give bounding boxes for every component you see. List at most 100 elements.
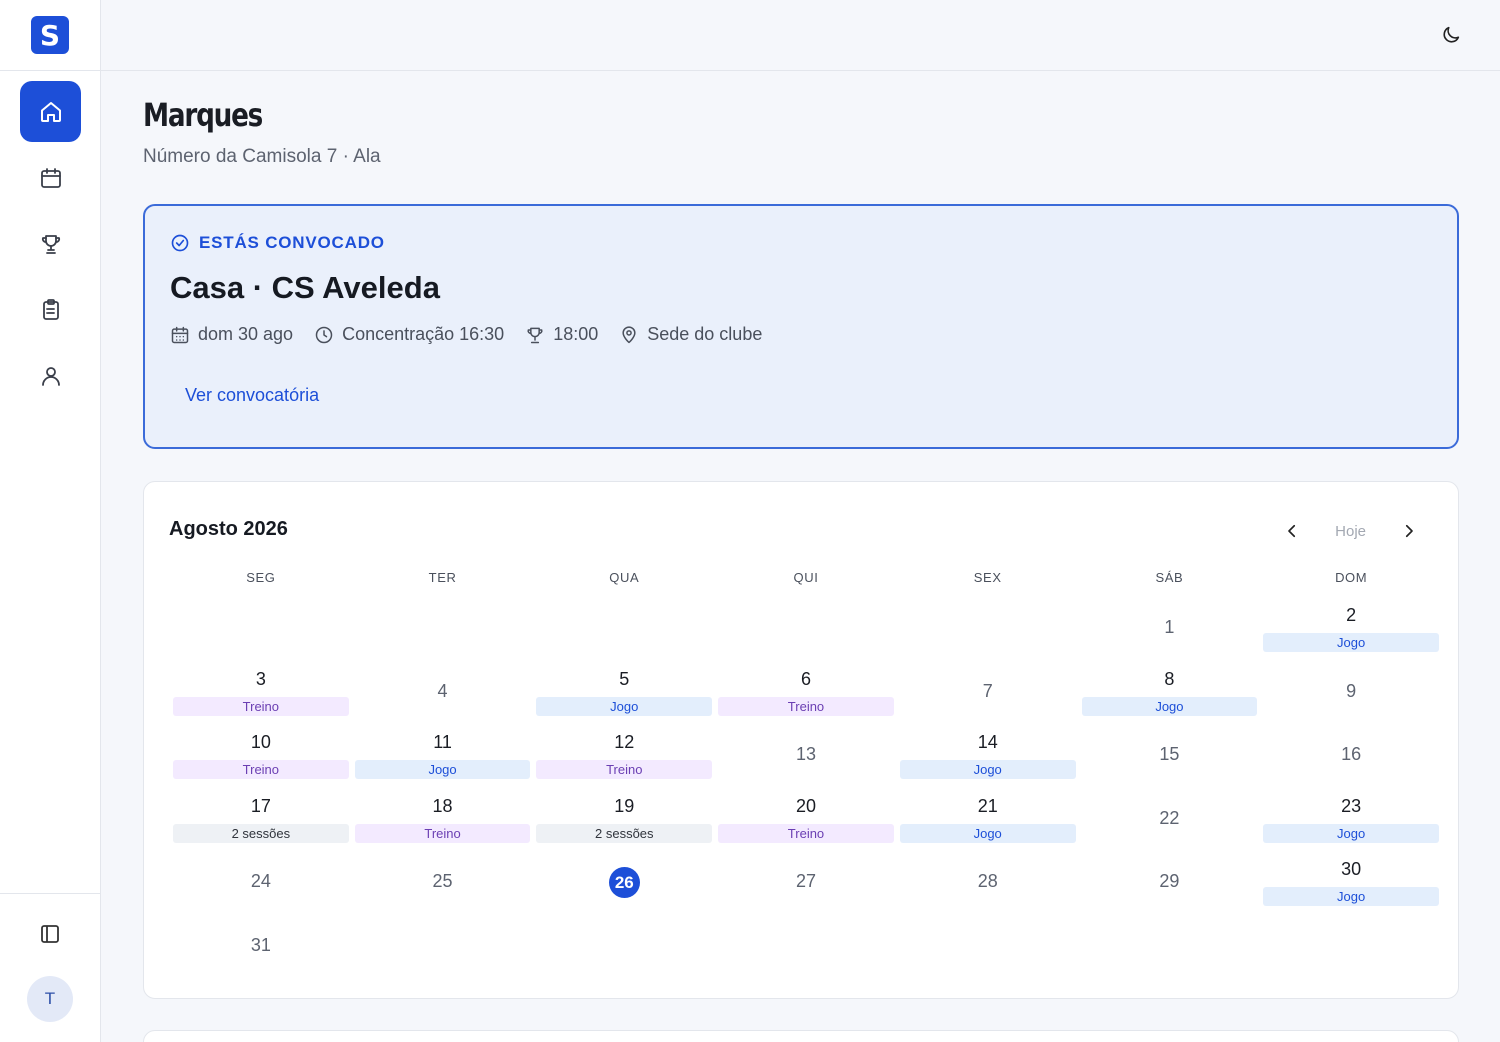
calendar-day[interactable]: 7	[897, 663, 1079, 727]
calendar-event-chip[interactable]: Treino	[173, 696, 349, 716]
next-month-button[interactable]	[1398, 520, 1420, 542]
calendar-day[interactable]: 20 Treino	[715, 790, 897, 854]
player-subtitle: Número da Camisola 7 · Ala	[143, 146, 381, 167]
sidebar-item-clipboard[interactable]	[20, 279, 81, 340]
previous-month-button[interactable]	[1281, 520, 1303, 542]
calendar-day[interactable]: 22	[1079, 790, 1261, 854]
calendar-day[interactable]: 27	[715, 853, 897, 917]
sidebar-toggle-icon	[41, 925, 59, 943]
calendar-day[interactable]: 21 Jogo	[897, 790, 1079, 854]
sidebar-toggle-button[interactable]	[38, 922, 62, 946]
callup-kickoff: 18:00	[525, 324, 598, 345]
calendar-day[interactable]: 29	[1079, 853, 1261, 917]
callup-title: Casa · CS Aveleda	[170, 270, 440, 305]
calendar-day[interactable]: 31	[170, 917, 352, 981]
calendar-event-chip[interactable]: 2 sessões	[536, 823, 713, 843]
calendar-event-chip[interactable]: Jogo	[899, 823, 1076, 843]
sidebar-item-trophy[interactable]	[20, 213, 81, 274]
clipboard-list-icon	[42, 298, 59, 320]
calendar-day-number: 30	[1341, 859, 1362, 879]
calendar-day[interactable]: 4	[352, 663, 534, 727]
callup-date-text: dom 30 ago	[198, 324, 294, 344]
calendar-day-number: 20	[795, 795, 816, 816]
calendar-event-chip[interactable]: Jogo	[354, 760, 531, 779]
calendar-event-chip[interactable]: Jogo	[1263, 887, 1439, 906]
callup-card: ESTÁS CONVOCADO Casa · CS Aveleda dom 30…	[143, 204, 1459, 449]
calendar-day-number: 22	[1159, 807, 1180, 828]
calendar-day[interactable]: 14 Jogo	[897, 726, 1079, 790]
sidebar-item-home[interactable]	[20, 81, 81, 142]
calendar-day-number: 16	[1341, 744, 1362, 764]
clock-icon	[315, 326, 333, 343]
calendar-day[interactable]: 26	[533, 853, 715, 917]
today-marker: 26	[608, 867, 640, 898]
calendar-day[interactable]: 2 Jogo	[1260, 599, 1442, 663]
calendar-day[interactable]: 23 Jogo	[1260, 790, 1442, 854]
calendar-event-chip[interactable]: 2 sessões	[173, 823, 349, 843]
logo-area: S	[0, 0, 100, 71]
calendar-day[interactable]: 5 Jogo	[533, 663, 715, 727]
calendar-day-number: 8	[1164, 668, 1175, 689]
calendar-event-chip[interactable]: Treino	[718, 823, 894, 843]
chevron-left-icon	[1288, 524, 1296, 538]
calendar-day[interactable]: 11 Jogo	[352, 726, 534, 790]
calendar-day-number: 18	[432, 795, 453, 816]
calendar-day-number: 2	[1346, 605, 1357, 625]
calendar-day[interactable]: 3 Treino	[170, 663, 352, 727]
sidebar: S T	[0, 0, 101, 1042]
calendar-day[interactable]: 16	[1260, 726, 1442, 790]
calendar-day[interactable]: 18 Treino	[352, 790, 534, 854]
view-callup-link[interactable]: Ver convocatória	[185, 385, 319, 406]
today-button[interactable]: Hoje	[1335, 523, 1366, 540]
calendar-day-number: 28	[977, 871, 998, 891]
weekday-label: QUI	[793, 570, 819, 585]
calendar-nav: Hoje	[1281, 520, 1420, 542]
calendar-day[interactable]: 15	[1079, 726, 1261, 790]
calendar-day-number: 14	[977, 732, 998, 752]
calendar-day-number: 12	[614, 732, 635, 752]
sidebar-item-calendar[interactable]	[20, 147, 81, 208]
trophy-icon	[527, 327, 543, 343]
calendar-event-chip[interactable]: Treino	[536, 760, 713, 779]
theme-toggle-button[interactable]	[1440, 24, 1462, 46]
calendar-day-number: 17	[250, 795, 271, 816]
calendar-event-chip[interactable]: Jogo	[1263, 633, 1439, 652]
avatar[interactable]: T	[27, 976, 73, 1022]
calendar-day[interactable]: 10 Treino	[170, 726, 352, 790]
app-logo[interactable]: S	[31, 16, 69, 54]
sidebar-nav	[20, 81, 81, 411]
calendar-day-number: 11	[433, 732, 452, 752]
calendar-day[interactable]: 8 Jogo	[1079, 663, 1261, 727]
home-icon	[40, 101, 61, 122]
calendar-day[interactable]: 28	[897, 853, 1079, 917]
callup-status: ESTÁS CONVOCADO	[170, 233, 385, 253]
chevron-right-icon	[1405, 524, 1413, 538]
calendar-day[interactable]: 12 Treino	[533, 726, 715, 790]
calendar-day[interactable]: 25	[352, 853, 534, 917]
calendar-event-chip[interactable]: Jogo	[536, 696, 713, 716]
calendar-day[interactable]: 24	[170, 853, 352, 917]
calendar-day[interactable]: 19 2 sessões	[533, 790, 715, 854]
calendar-day-number: 24	[250, 871, 271, 891]
calendar-day-number: 5	[619, 668, 630, 689]
sidebar-footer: T	[0, 893, 101, 1042]
callup-kickoff-text: 18:00	[553, 324, 599, 344]
calendar-day[interactable]: 30 Jogo	[1260, 853, 1442, 917]
next-section-card	[143, 1030, 1459, 1042]
calendar-day[interactable]: 6 Treino	[715, 663, 897, 727]
calendar-day-number: 4	[437, 680, 448, 701]
calendar-day-number: 27	[795, 871, 816, 891]
calendar-event-chip[interactable]: Treino	[354, 823, 531, 843]
calendar-event-chip[interactable]: Treino	[173, 760, 349, 779]
calendar-day[interactable]: 17 2 sessões	[170, 790, 352, 854]
calendar-day[interactable]: 9	[1260, 663, 1442, 727]
calendar-day[interactable]: 1	[1079, 599, 1261, 663]
calendar-day-number: 3	[255, 668, 266, 689]
calendar-day[interactable]: 13	[715, 726, 897, 790]
sidebar-item-profile[interactable]	[20, 345, 81, 406]
calendar-empty-cell	[533, 599, 715, 663]
calendar-event-chip[interactable]: Jogo	[899, 760, 1076, 779]
calendar-event-chip[interactable]: Treino	[718, 696, 894, 716]
calendar-event-chip[interactable]: Jogo	[1263, 823, 1439, 843]
calendar-event-chip[interactable]: Jogo	[1081, 696, 1258, 716]
